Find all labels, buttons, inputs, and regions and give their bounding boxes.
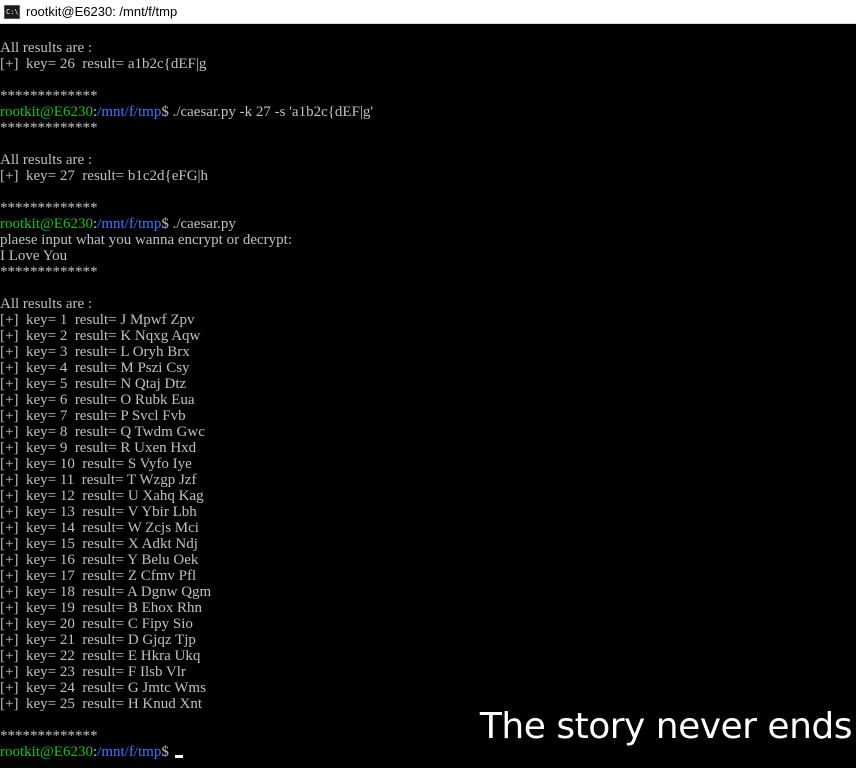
result-line: [+] key= 13 result= V Ybir Lbh [0, 504, 197, 520]
command-text: ./caesar.py -k 27 -s 'a1b2c{dEF|g' [172, 104, 374, 120]
result-line: [+] key= 3 result= L Oryh Brx [0, 344, 190, 360]
result-line: [+] key= 10 result= S Vyfo Iye [0, 456, 192, 472]
output-line: All results are : [0, 152, 93, 168]
console-icon: C:\ [4, 4, 20, 19]
result-line: [+] key= 17 result= Z Cfmv Pfl [0, 568, 197, 584]
result-line: [+] key= 9 result= R Uxen Hxd [0, 440, 197, 456]
output-line: plaese input what you wanna encrypt or d… [0, 232, 292, 248]
result-line: [+] key= 26 result= a1b2c{dEF|g [0, 56, 207, 72]
output-line: All results are : [0, 296, 93, 312]
prompt-path: /mnt/f/tmp [97, 216, 162, 232]
result-line: [+] key= 6 result= O Rubk Eua [0, 392, 195, 408]
output-line: ************* [0, 88, 98, 104]
prompt-symbol: $ [161, 104, 173, 120]
result-line: [+] key= 11 result= T Wzgp Jzf [0, 472, 197, 488]
result-line: [+] key= 20 result= C Fipy Sio [0, 616, 193, 632]
result-line: [+] key= 21 result= D Gjqz Tjp [0, 632, 196, 648]
prompt-symbol: $ [161, 744, 173, 760]
command-text: ./caesar.py [172, 216, 236, 232]
result-line: [+] key= 5 result= N Qtaj Dtz [0, 376, 187, 392]
result-line: [+] key= 15 result= X Adkt Ndj [0, 536, 198, 552]
output-line: ************* [0, 120, 98, 136]
output-line: ************* [0, 264, 98, 280]
output-line: ************* [0, 200, 98, 216]
result-line: [+] key= 18 result= A Dgnw Qgm [0, 584, 212, 600]
prompt-user-host: rootkit@E6230 [0, 104, 93, 120]
prompt-line: rootkit@E6230:/mnt/f/tmp$ ./caesar.py [0, 216, 856, 232]
output-line: I Love You [0, 248, 68, 264]
prompt-user-host: rootkit@E6230 [0, 216, 93, 232]
result-line: [+] key= 23 result= F Ilsb Vlr [0, 664, 186, 680]
overlay-caption: The story never ends [479, 706, 853, 747]
prompt-path: /mnt/f/tmp [97, 744, 162, 760]
prompt-line: rootkit@E6230:/mnt/f/tmp$ ./caesar.py -k… [0, 104, 856, 120]
terminal-output[interactable]: All results are : [+] key= 26 result= a1b… [0, 40, 856, 768]
prompt-symbol: $ [161, 216, 173, 232]
result-line: [+] key= 4 result= M Pszi Csy [0, 360, 190, 376]
window-title: rootkit@E6230: /mnt/f/tmp [26, 4, 178, 19]
text-cursor [174, 755, 183, 758]
output-line: All results are : [0, 40, 93, 56]
terminal-window: C:\ rootkit@E6230: /mnt/f/tmp All result… [0, 0, 856, 768]
result-line: [+] key= 24 result= G Jmtc Wms [0, 680, 206, 696]
result-line: [+] key= 14 result= W Zcjs Mci [0, 520, 199, 536]
result-line: [+] key= 19 result= B Ehox Rhn [0, 600, 203, 616]
prompt-user-host: rootkit@E6230 [0, 744, 93, 760]
result-line: [+] key= 12 result= U Xahq Kag [0, 488, 204, 504]
title-bar[interactable]: C:\ rootkit@E6230: /mnt/f/tmp [0, 0, 856, 24]
result-line: [+] key= 2 result= K Nqxg Aqw [0, 328, 201, 344]
result-line: [+] key= 27 result= b1c2d{eFG|h [0, 168, 209, 184]
result-line: [+] key= 22 result= E Hkra Ukq [0, 648, 201, 664]
result-line: [+] key= 8 result= Q Twdm Gwc [0, 424, 205, 440]
result-line: [+] key= 16 result= Y Belu Oek [0, 552, 199, 568]
prompt-path: /mnt/f/tmp [97, 104, 162, 120]
result-line: [+] key= 1 result= J Mpwf Zpv [0, 312, 195, 328]
result-line: [+] key= 7 result= P Svcl Fvb [0, 408, 186, 424]
